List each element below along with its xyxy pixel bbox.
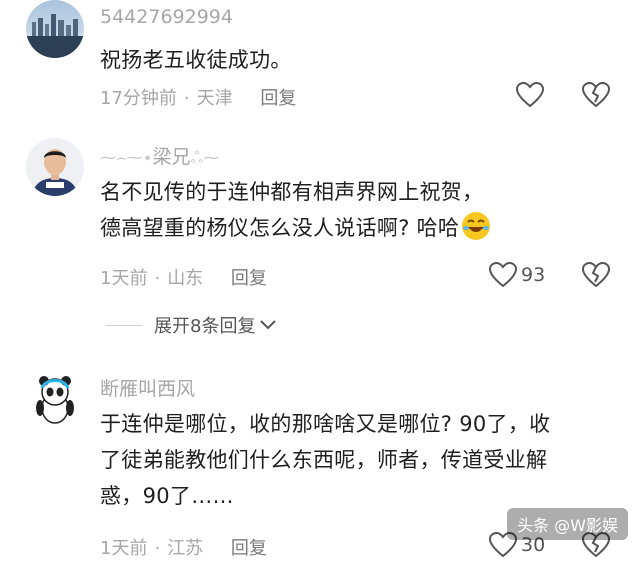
username[interactable]: 54427692994	[100, 6, 233, 28]
avatar[interactable]	[26, 0, 84, 58]
avatar[interactable]	[26, 372, 84, 430]
laughing-emoji-icon	[462, 212, 491, 240]
like-count: 93	[521, 264, 546, 286]
timestamp: 17分钟前	[100, 88, 177, 109]
username[interactable]: ⁓⌢⁓∙梁兄ஃ⁓	[100, 142, 219, 169]
heart-icon	[516, 82, 544, 108]
dislike-button[interactable]	[581, 261, 611, 292]
comment-text-line: 德高望重的杨仪怎么没人说话啊? 哈哈	[100, 210, 610, 246]
comment-1: 54427692994 祝扬老五收徒成功。 17分钟前 · 天津 回复	[0, 0, 640, 118]
decoration-left: ⁓⌢⁓∙	[100, 148, 153, 167]
decoration-right: ஃ⁓	[190, 148, 220, 167]
comment-text: 祝扬老五收徒成功。	[100, 48, 292, 72]
username[interactable]: 断雁叫西风	[100, 374, 195, 401]
chevron-down-icon	[260, 320, 277, 330]
avatar[interactable]	[26, 138, 84, 196]
comment-meta: 17分钟前 · 天津 回复	[100, 88, 297, 109]
location: 天津	[196, 88, 233, 109]
reply-button[interactable]: 回复	[260, 88, 296, 109]
like-button[interactable]	[516, 82, 544, 108]
dislike-button[interactable]	[581, 81, 611, 112]
comment-meta: 1天前 · 江苏 回复	[100, 538, 267, 559]
comment-text: 名不见传的于连仲都有相声界网上祝贺， 德高望重的杨仪怎么没人说话啊? 哈哈	[100, 174, 610, 246]
timestamp: 1天前	[100, 538, 148, 559]
like-button[interactable]: 93	[489, 262, 545, 288]
location: 江苏	[167, 538, 204, 559]
watermark: 头条 @W影娱	[507, 508, 628, 540]
reply-button[interactable]: 回复	[231, 268, 267, 289]
comment-text-line: 名不见传的于连仲都有相声界网上祝贺，	[100, 180, 484, 204]
location: 山东	[167, 268, 204, 289]
expand-replies-label: 展开8条回复	[154, 316, 256, 337]
heart-icon	[489, 262, 517, 288]
divider	[106, 324, 142, 326]
comment-text-line: 于连仲是哪位，收的那啥啥又是哪位? 90了，收	[100, 412, 551, 436]
broken-heart-icon	[581, 81, 611, 108]
comment-text: 于连仲是哪位，收的那啥啥又是哪位? 90了，收 了徒弟能教他们什么东西呢，师者，…	[100, 406, 610, 514]
comment-text-line: 了徒弟能教他们什么东西呢，师者，传道受业解	[100, 448, 548, 472]
comment-meta: 1天前 · 山东 回复	[100, 268, 267, 289]
timestamp: 1天前	[100, 268, 148, 289]
reply-button[interactable]: 回复	[231, 538, 267, 559]
broken-heart-icon	[581, 261, 611, 288]
expand-replies-button[interactable]: 展开8条回复	[106, 312, 277, 338]
